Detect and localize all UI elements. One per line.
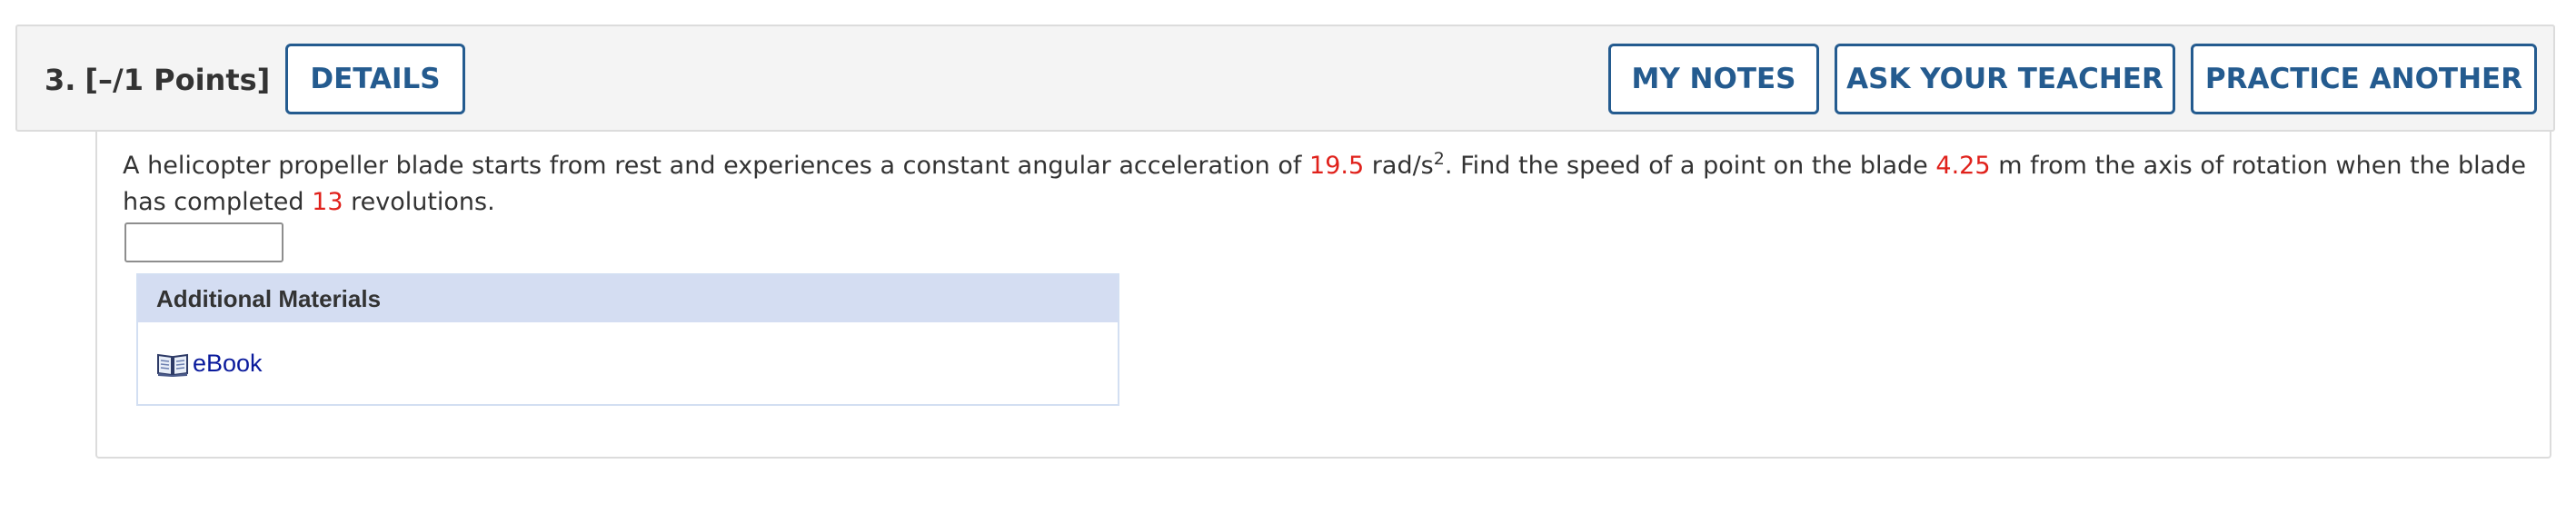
question-title: 3. [–/1 Points] [45,63,270,97]
angular-acceleration-value: 19.5 [1309,152,1365,180]
ask-your-teacher-button[interactable]: ASK YOUR TEACHER [1835,44,2175,114]
question-points: [–/1 Points] [85,63,271,97]
question-text-part: . Find the speed of a point on the blade [1444,152,1936,180]
distance-value: 4.25 [1935,152,1991,180]
additional-materials-panel: Additional Materials eBook [136,273,1119,406]
question-text: A helicopter propeller blade starts from… [123,148,2526,221]
my-notes-button[interactable]: MY NOTES [1608,44,1819,114]
ebook-link[interactable]: eBook [156,350,263,378]
revolutions-value: 13 [312,188,343,216]
question-header: 3. [–/1 Points] DETAILS MY NOTES ASK YOUR… [15,25,2555,132]
question-number: 3. [45,63,76,97]
ebook-label: eBook [193,350,263,377]
question-text-part: A helicopter propeller blade starts from… [123,152,1310,180]
details-button[interactable]: DETAILS [285,44,465,114]
question-body: A helicopter propeller blade starts from… [95,132,2551,459]
practice-another-button[interactable]: PRACTICE ANOTHER [2191,44,2537,114]
book-icon [156,350,189,378]
additional-materials-heading: Additional Materials [138,275,1118,322]
question-text-part: rad/s [1364,152,1434,180]
answer-input[interactable] [124,222,283,262]
question-text-part: revolutions. [343,188,495,216]
unit-exponent: 2 [1433,149,1445,169]
